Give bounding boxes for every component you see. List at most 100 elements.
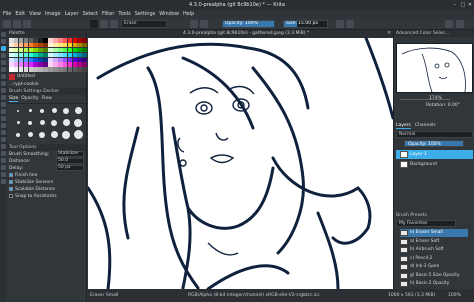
palette-swatch[interactable] — [18, 67, 24, 72]
palette-swatch[interactable] — [28, 52, 34, 58]
palette-swatch[interactable] — [28, 42, 34, 48]
palette-swatch[interactable] — [53, 67, 58, 72]
palette-swatch[interactable] — [13, 62, 19, 68]
tab-opacity[interactable]: Opacity — [21, 96, 38, 102]
palette-swatch[interactable] — [82, 67, 87, 72]
tool-option-value[interactable]: Stabilizer — [56, 151, 84, 158]
palette-swatch[interactable] — [48, 42, 53, 48]
palette-swatch[interactable] — [82, 38, 87, 43]
palette-swatch[interactable] — [72, 47, 78, 53]
brush-size-preset[interactable] — [37, 106, 47, 116]
palette-swatch[interactable] — [67, 47, 73, 53]
overview-thumbnail[interactable] — [396, 43, 473, 93]
palette-swatch[interactable] — [72, 57, 78, 63]
palette-swatch[interactable] — [53, 38, 58, 43]
status-zoom[interactable]: 100% — [448, 293, 461, 298]
palette-swatch[interactable] — [43, 67, 48, 72]
blend-mode-select[interactable]: Erase — [121, 20, 167, 28]
workspace-icon[interactable] — [445, 20, 453, 28]
layer-row[interactable]: Layer 1 — [396, 150, 473, 159]
palette-swatch[interactable] — [82, 47, 87, 53]
brush-size-preset[interactable] — [73, 130, 83, 140]
palette-swatch[interactable] — [77, 38, 83, 43]
palette-swatch[interactable] — [62, 47, 68, 53]
palette-swatch[interactable] — [53, 62, 58, 68]
palette-swatch[interactable] — [9, 47, 14, 53]
brush-size-preset[interactable] — [61, 106, 71, 116]
brush-size-preset[interactable] — [49, 106, 59, 116]
brush-size-preset[interactable] — [49, 130, 59, 140]
rect-select-icon[interactable] — [1, 151, 6, 156]
palette-swatch[interactable] — [23, 62, 29, 68]
palette-swatch[interactable] — [62, 52, 68, 58]
option-checkbox[interactable] — [9, 187, 13, 192]
brush-size-preset[interactable] — [13, 130, 23, 140]
palette-swatch[interactable] — [28, 67, 34, 72]
palette-swatch[interactable] — [28, 62, 34, 68]
palette-swatch[interactable] — [33, 38, 39, 43]
palette-swatch[interactable] — [57, 52, 63, 58]
document-tab[interactable]: 4.3.0-prealpha (git 8c9b10e) - gathered.… — [88, 30, 393, 38]
palette-swatch[interactable] — [38, 52, 43, 58]
transform-tool-icon[interactable] — [1, 95, 6, 100]
palette-swatch[interactable] — [48, 52, 53, 58]
close-tab-icon[interactable]: ✕ — [387, 31, 391, 36]
brush-size-preset[interactable] — [61, 130, 71, 140]
tab-size[interactable]: Size — [9, 96, 19, 102]
save-document-icon[interactable] — [23, 20, 31, 28]
assistant-tool-icon[interactable] — [1, 137, 6, 142]
maximize-icon[interactable]: □ — [460, 2, 466, 8]
palette-swatch[interactable] — [48, 38, 53, 43]
palette-swatch[interactable] — [23, 67, 29, 72]
menu-item-edit[interactable]: Edit — [15, 11, 25, 17]
palette-file-row[interactable]: ...rypt-cookie — [7, 81, 86, 88]
zoom-row[interactable]: 174% — [396, 96, 473, 103]
settings-icon[interactable] — [456, 20, 464, 28]
palette-swatch[interactable] — [82, 62, 87, 68]
palette-swatch[interactable] — [13, 42, 19, 48]
reload-preset-icon[interactable] — [190, 20, 198, 28]
menu-item-filter[interactable]: Filter — [102, 11, 114, 17]
fill-tool-icon[interactable] — [1, 130, 6, 135]
palette-swatch[interactable] — [23, 57, 29, 63]
palette-swatch[interactable] — [38, 47, 43, 53]
palette-swatch[interactable] — [77, 52, 83, 58]
brush-preset-item[interactable]: g) Basic-5 Size Opacity — [400, 272, 468, 280]
brush-preset-item[interactable]: c) Pencil-2 — [400, 255, 468, 263]
palette-swatch[interactable] — [72, 62, 78, 68]
palette-swatch[interactable] — [57, 67, 63, 72]
palette-swatch[interactable] — [57, 47, 63, 53]
palette-swatch[interactable] — [33, 47, 39, 53]
tool-option-row[interactable]: Scalable Distance — [7, 186, 86, 193]
palette-swatch[interactable] — [82, 42, 87, 48]
mirror-horizontal-icon[interactable] — [336, 20, 344, 28]
palette-swatch[interactable] — [43, 52, 48, 58]
palette-swatch[interactable] — [33, 52, 39, 58]
palette-swatch[interactable] — [72, 38, 78, 43]
opacity-slider[interactable]: Opacity: 100% — [222, 20, 275, 28]
brush-preset-icon[interactable] — [90, 20, 98, 28]
line-tool-icon[interactable] — [1, 53, 6, 58]
brush-size-preset[interactable] — [37, 130, 47, 140]
palette-swatch[interactable] — [48, 57, 53, 63]
brush-tool-icon[interactable] — [1, 46, 6, 51]
palette-swatch[interactable] — [9, 52, 14, 58]
palette-swatch[interactable] — [77, 67, 83, 72]
brush-size-preset[interactable] — [13, 106, 23, 116]
palette-swatch[interactable] — [43, 62, 48, 68]
zoom-tool-icon[interactable] — [1, 172, 6, 177]
palette-swatch[interactable] — [18, 38, 24, 43]
tab-layers[interactable]: Layers — [396, 123, 411, 129]
palette-swatch[interactable] — [13, 57, 19, 63]
crop-tool-icon[interactable] — [1, 109, 6, 114]
palette-swatch[interactable] — [9, 62, 14, 68]
menu-item-view[interactable]: View — [29, 11, 41, 17]
palette-swatch[interactable] — [33, 42, 39, 48]
palette-swatch[interactable] — [72, 42, 78, 48]
palette-swatch[interactable] — [13, 67, 19, 72]
palette-swatch[interactable] — [67, 67, 73, 72]
ellipse-select-icon[interactable] — [1, 158, 6, 163]
option-checkbox[interactable] — [9, 180, 13, 185]
close-icon[interactable]: ✕ — [467, 2, 473, 8]
brush-size-preset[interactable] — [25, 106, 35, 116]
